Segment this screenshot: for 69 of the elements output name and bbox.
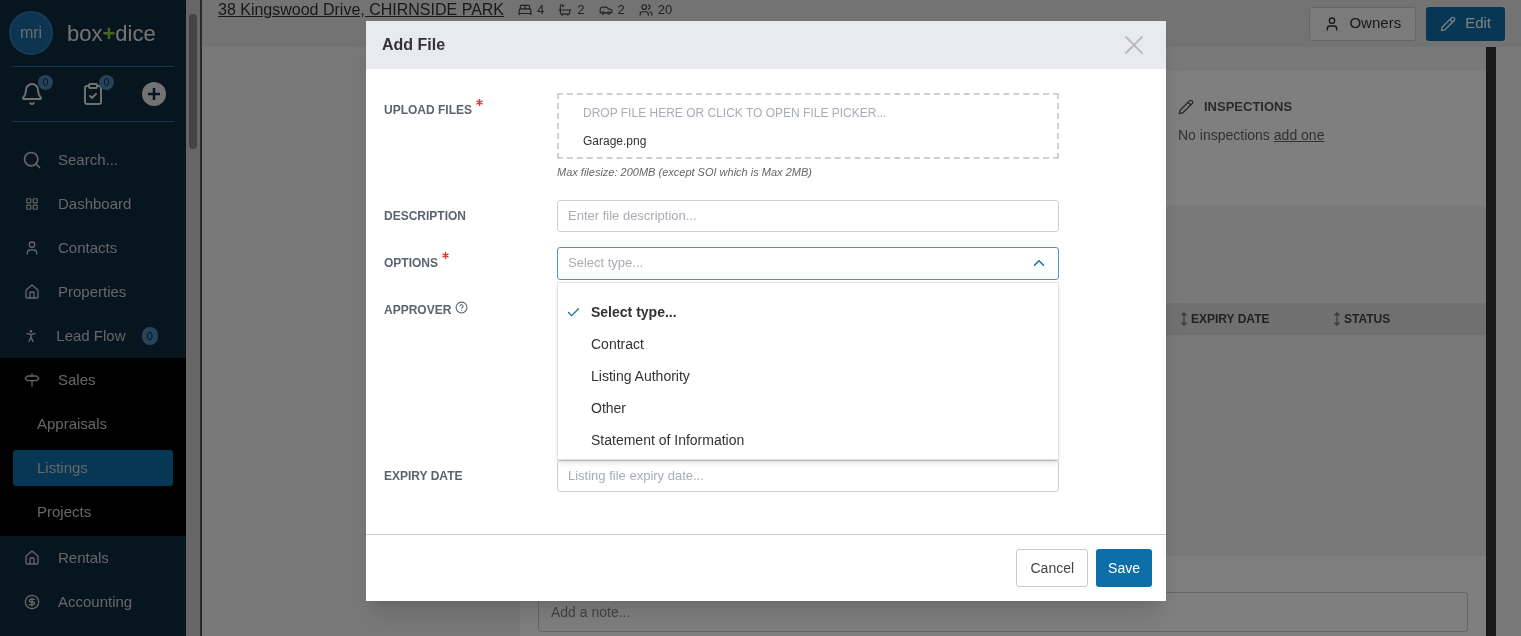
column-header[interactable]: STATUS (1344, 310, 1391, 328)
dollar-icon (24, 594, 40, 610)
field-label: OPTIONS (384, 255, 438, 272)
brand-name: box+dice (67, 19, 156, 48)
count-badge: 0 (141, 327, 158, 345)
count-badge: 0 (38, 75, 53, 90)
field-label: EXPIRY DATE (384, 467, 463, 485)
stat-value: 2 (617, 2, 625, 18)
count-badge: 0 (99, 75, 114, 90)
logo: mri (9, 11, 53, 55)
car-icon (598, 3, 613, 17)
dropdown-option[interactable]: Listing Authority (558, 360, 1058, 393)
field-label: APPROVER (384, 301, 452, 319)
nav-subitem[interactable]: Listings (13, 450, 173, 486)
nav-subitem[interactable]: Appraisals (13, 406, 173, 442)
people-icon (638, 3, 653, 17)
dropdown-option[interactable]: Contract (558, 328, 1058, 361)
nav-item[interactable]: Dashboard (0, 182, 186, 226)
bed-icon (518, 3, 533, 17)
search-icon (22, 149, 42, 171)
dialog-title: Add File (382, 35, 446, 55)
clipboard-check-icon (81, 82, 105, 106)
bath-icon (558, 3, 573, 17)
stat-value: 20 (657, 2, 673, 18)
file-drop-zone[interactable]: DROP FILE HERE OR CLICK TO OPEN FILE PICKER... Garage.png (557, 93, 1059, 159)
dropdown-option[interactable]: Other (558, 392, 1058, 425)
empty-text: No inspections (1178, 125, 1270, 145)
section-title: INSPECTIONS (1204, 98, 1293, 116)
help-icon[interactable] (455, 300, 469, 314)
column-header[interactable]: EXPIRY DATE (1191, 310, 1270, 328)
pencil-icon (1440, 15, 1457, 32)
edit-button[interactable]: Edit (1426, 6, 1505, 41)
cancel-button[interactable]: Cancel (1016, 549, 1089, 587)
sort-icon[interactable] (1180, 312, 1188, 326)
nav-item[interactable]: Lead Flow 0 (0, 314, 186, 358)
file-name: Garage.png (583, 133, 648, 150)
field-label: DESCRIPTION (384, 207, 466, 225)
signpost-icon (24, 372, 40, 388)
nav-subitem[interactable]: Projects (13, 494, 173, 530)
scrollbar-thumb[interactable] (189, 14, 197, 149)
house-icon (24, 550, 40, 566)
grid-icon (25, 197, 39, 211)
scrollbar[interactable] (1486, 47, 1496, 636)
dropdown-option[interactable]: Statement of Information (558, 424, 1058, 457)
add-icon[interactable] (142, 82, 166, 106)
person-icon (24, 240, 40, 256)
save-button[interactable]: Save (1096, 549, 1152, 587)
sort-icon[interactable] (1333, 312, 1341, 326)
pencil-icon (1178, 98, 1194, 115)
property-title[interactable]: 38 Kingswood Drive, CHIRNSIDE PARK (218, 1, 505, 19)
owners-button[interactable]: Owners (1309, 6, 1417, 41)
type-select[interactable]: Select type... (557, 246, 1059, 280)
house-icon (24, 284, 40, 300)
nav-item[interactable]: Search... (0, 138, 186, 182)
nav-item[interactable]: Rentals (0, 536, 186, 580)
stat-value: 2 (577, 2, 585, 18)
nav-item[interactable]: Sales (0, 358, 186, 402)
field-label: UPLOAD FILES (384, 102, 472, 119)
nav-item[interactable]: Properties (0, 270, 186, 314)
help-text: Max filesize: 200MB (except SOI which is Max 2MB) (557, 165, 813, 180)
nav-item[interactable]: Contacts (0, 226, 186, 270)
date-field[interactable]: Listing file expiry date... (557, 459, 1059, 492)
text-field[interactable]: Enter file description... (557, 199, 1059, 232)
dropdown-option[interactable]: Select type... (558, 296, 1058, 329)
stat-value: 4 (537, 2, 545, 18)
add-link[interactable]: add one (1273, 124, 1325, 146)
drop-hint: DROP FILE HERE OR CLICK TO OPEN FILE PICKER... (583, 105, 888, 122)
bell-icon (20, 82, 44, 106)
nav-item[interactable]: Accounting (0, 580, 186, 624)
